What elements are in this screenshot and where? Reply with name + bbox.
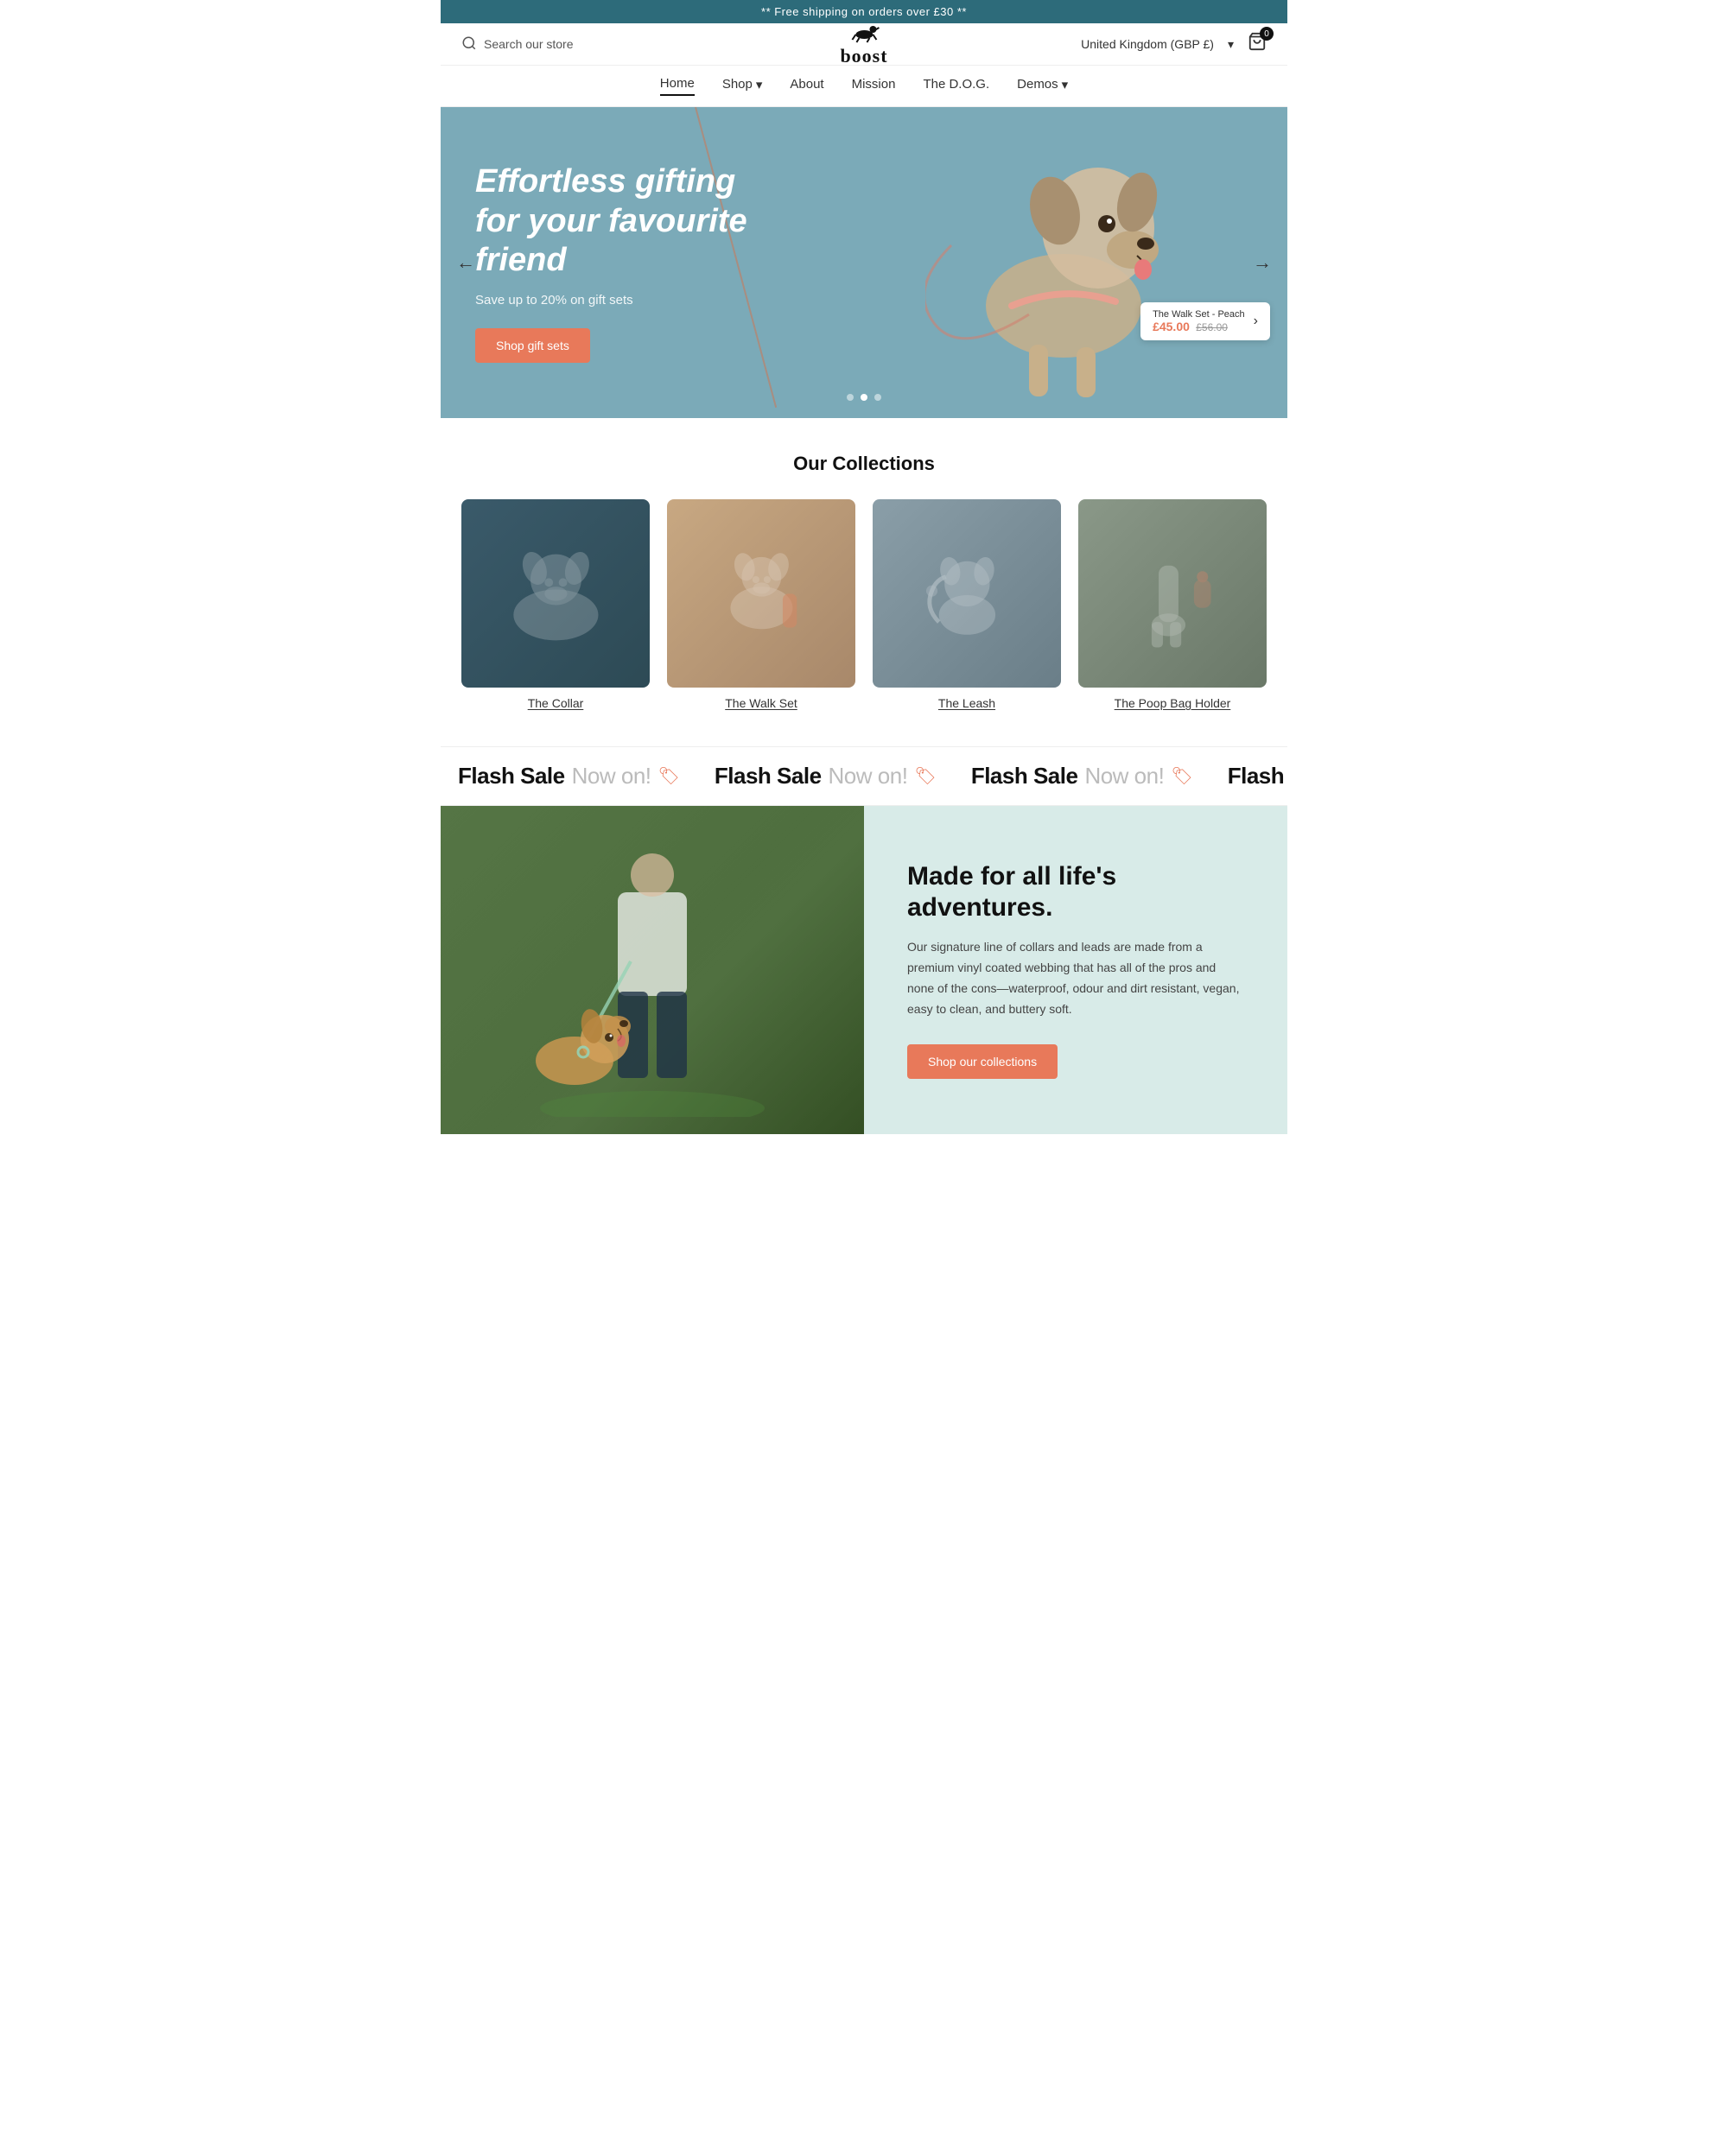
collection-img-collar <box>461 499 650 688</box>
top-banner: ** Free shipping on orders over £30 ** <box>441 0 1287 23</box>
shop-collections-button[interactable]: Shop our collections <box>907 1044 1058 1079</box>
collection-item-collar[interactable]: The Collar <box>461 499 650 712</box>
flash-sale-item: Flash Sale Now on! 🏷 <box>954 763 1210 789</box>
chevron-down-icon: ▾ <box>1062 77 1069 92</box>
hero-content: Effortless gifting for your favourite fr… <box>441 128 822 397</box>
collection-img-walk <box>667 499 855 688</box>
header-right: United Kingdom (GBP £) ▾ 0 <box>1081 32 1267 56</box>
flash-sale-track: Flash Sale Now on! 🏷 Flash Sale Now on! … <box>441 763 1287 789</box>
tag-icon: 🏷 <box>1171 765 1192 787</box>
shop-gift-sets-button[interactable]: Shop gift sets <box>475 328 590 363</box>
product-price-old: £56.00 <box>1196 321 1228 333</box>
chevron-down-icon: ▾ <box>756 77 763 92</box>
feature-description: Our signature line of collars and leads … <box>907 937 1244 1019</box>
hero-dog-illustration <box>925 116 1185 409</box>
feature-title: Made for all life's adventures. <box>907 861 1244 923</box>
collection-label-poop: The Poop Bag Holder <box>1115 696 1231 710</box>
slider-next-button[interactable]: → <box>1246 244 1279 281</box>
search-icon <box>461 35 477 54</box>
logo-text: boost <box>840 47 887 66</box>
slider-dot-1[interactable] <box>847 394 854 401</box>
flash-light-text: Now on! <box>572 763 651 789</box>
nav-item-shop[interactable]: Shop ▾ <box>722 76 763 96</box>
collections-grid: The Collar The Walk Set <box>461 499 1267 712</box>
header: Search our store boost United Kingdom (G… <box>441 23 1287 66</box>
flash-sale-item: Flash Sale Now on! 🏷 <box>441 763 697 789</box>
search-label: Search our store <box>484 37 574 51</box>
feature-image <box>441 806 864 1134</box>
tag-icon: 🏷 <box>658 765 680 787</box>
product-tag[interactable]: The Walk Set - Peach £45.00 £56.00 › <box>1140 302 1270 340</box>
hero-image-area: The Walk Set - Peach £45.00 £56.00 › <box>822 116 1287 409</box>
slider-dot-2[interactable] <box>861 394 867 401</box>
collection-item-poop[interactable]: The Poop Bag Holder <box>1078 499 1267 712</box>
flash-bold-text: Flash Sale <box>458 763 565 789</box>
logo-icon <box>848 22 880 47</box>
product-tag-info: The Walk Set - Peach £45.00 £56.00 <box>1153 309 1245 333</box>
product-name: The Walk Set - Peach <box>1153 309 1245 320</box>
flash-sale-item: Flash Sale Now on! 🏷 <box>1210 763 1287 789</box>
main-nav: Home Shop ▾ About Mission The D.O.G. Dem… <box>441 66 1287 107</box>
feature-content: Made for all life's adventures. Our sign… <box>864 806 1287 1134</box>
nav-item-demos[interactable]: Demos ▾ <box>1017 76 1068 96</box>
flash-sale-banner: Flash Sale Now on! 🏷 Flash Sale Now on! … <box>441 746 1287 806</box>
collection-img-leash <box>873 499 1061 688</box>
slider-dots <box>847 394 881 401</box>
hero-title: Effortless gifting for your favourite fr… <box>475 162 787 281</box>
search-bar[interactable]: Search our store <box>461 35 574 54</box>
logo[interactable]: boost <box>840 22 887 66</box>
cart-count: 0 <box>1260 27 1274 41</box>
slider-dot-3[interactable] <box>874 394 881 401</box>
flash-sale-item: Flash Sale Now on! 🏷 <box>697 763 954 789</box>
hero-section: Effortless gifting for your favourite fr… <box>441 107 1287 418</box>
collections-title: Our Collections <box>461 453 1267 475</box>
feature-dog-illustration <box>531 823 773 1117</box>
nav-item-mission[interactable]: Mission <box>852 76 896 96</box>
nav-item-home[interactable]: Home <box>660 76 695 96</box>
region-selector[interactable]: United Kingdom (GBP £) <box>1081 37 1214 51</box>
slider-prev-button[interactable]: ← <box>449 244 482 281</box>
collection-label-collar: The Collar <box>528 696 584 710</box>
collection-img-poop <box>1078 499 1267 688</box>
product-price-new: £45.00 <box>1153 320 1190 333</box>
collection-label-leash: The Leash <box>938 696 995 710</box>
collections-section: Our Collections The Collar <box>441 418 1287 746</box>
collection-item-leash[interactable]: The Leash <box>873 499 1061 712</box>
chevron-down-icon[interactable]: ▾ <box>1228 37 1234 52</box>
product-tag-arrow[interactable]: › <box>1254 314 1258 329</box>
feature-section: Made for all life's adventures. Our sign… <box>441 806 1287 1134</box>
tag-icon: 🏷 <box>914 765 936 787</box>
nav-item-about[interactable]: About <box>790 76 823 96</box>
hero-subtitle: Save up to 20% on gift sets <box>475 293 787 308</box>
collection-label-walk: The Walk Set <box>725 696 797 710</box>
collection-item-walk[interactable]: The Walk Set <box>667 499 855 712</box>
cart-button[interactable]: 0 <box>1248 32 1267 56</box>
nav-item-dog[interactable]: The D.O.G. <box>923 76 989 96</box>
banner-text: ** Free shipping on orders over £30 ** <box>761 5 967 18</box>
